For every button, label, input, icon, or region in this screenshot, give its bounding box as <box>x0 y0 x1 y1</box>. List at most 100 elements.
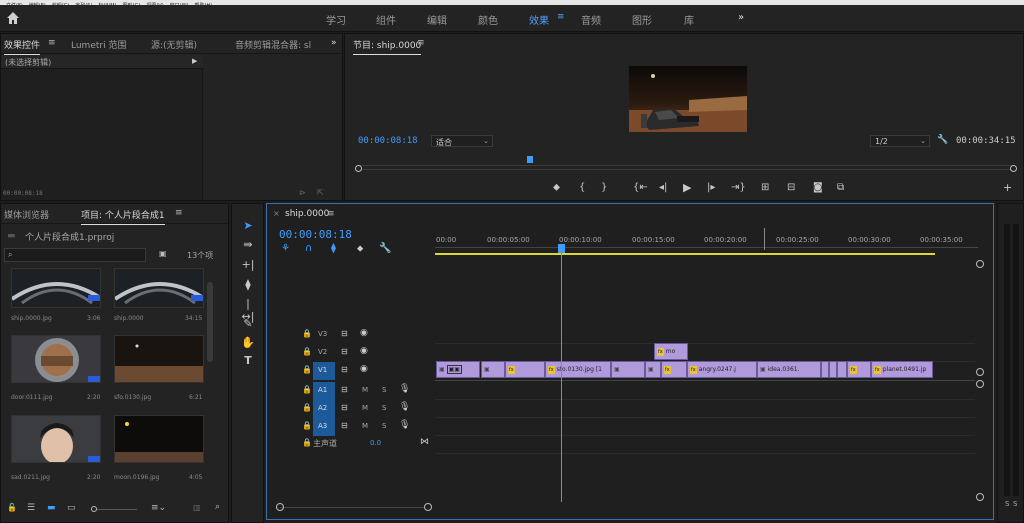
solo-right-button[interactable]: S <box>1013 500 1017 508</box>
home-icon[interactable] <box>6 11 20 25</box>
extract-icon[interactable]: ⊟ <box>787 182 795 193</box>
sync-lock-icon[interactable]: ⊟ <box>341 329 348 338</box>
lock-icon[interactable]: 🔒 <box>302 329 312 338</box>
icon-view-icon[interactable]: ▬ <box>47 503 56 513</box>
clip-v1-planet[interactable]: fx planet.0491.jp <box>871 361 933 378</box>
thumbnail-moon[interactable] <box>114 415 204 463</box>
workspace-tab-color[interactable]: 颜色 <box>478 12 498 27</box>
eye-icon[interactable]: ◉ <box>360 328 368 338</box>
resolution-dropdown[interactable]: 1/2 ⌄ <box>870 135 930 147</box>
search-icon[interactable]: ⌕ <box>215 502 220 512</box>
sync-lock-icon[interactable]: ⊟ <box>341 365 348 374</box>
go-to-in-icon[interactable]: {⇤ <box>633 182 648 193</box>
workspace-tab-audio[interactable]: 音频 <box>581 12 601 27</box>
snap-icon[interactable]: ∩ <box>305 243 312 254</box>
lock-icon[interactable]: 🔓 <box>7 503 17 512</box>
tab-program[interactable]: 节目: ship.0000 <box>353 38 422 55</box>
add-marker-icon[interactable]: ⬥ <box>357 244 363 254</box>
tab-effect-controls[interactable]: 效果控件 <box>4 38 41 55</box>
timeline-zoom-right-handle[interactable] <box>424 503 432 511</box>
clip-v1-sfo[interactable]: fx sfo.0130.jpg [1 <box>545 361 611 378</box>
video-scroll-handle-bottom[interactable] <box>976 368 984 376</box>
wrench-icon[interactable]: 🔧 <box>379 243 391 254</box>
new-bin-icon[interactable]: ▣ <box>159 249 167 258</box>
thumbnail-sfo[interactable] <box>114 335 204 383</box>
mute-button[interactable]: M <box>362 386 368 394</box>
sync-lock-icon[interactable]: ⊟ <box>341 403 348 412</box>
lock-icon[interactable]: 🔒 <box>302 421 312 430</box>
type-tool-icon[interactable]: T <box>240 354 256 370</box>
microphone-icon[interactable]: 🎙 <box>399 420 410 430</box>
tab-source[interactable]: 源:(无剪辑) <box>151 38 197 51</box>
lock-icon[interactable]: 🔒 <box>302 438 312 447</box>
mute-button[interactable]: M <box>362 404 368 412</box>
timeline-timecode[interactable]: 00:00:08:18 <box>279 228 352 241</box>
pen-tool-icon[interactable]: ✎ <box>240 317 256 333</box>
video-scroll-handle[interactable] <box>976 260 984 268</box>
sync-lock-icon[interactable]: ⊟ <box>341 385 348 394</box>
lift-icon[interactable]: ⊞ <box>761 182 769 193</box>
work-area-bar[interactable] <box>435 253 935 255</box>
workspace-tab-editing[interactable]: 编辑 <box>427 12 447 27</box>
sort-icon[interactable]: ≡⌄ <box>151 503 166 513</box>
panel-more-button[interactable]: » <box>331 38 337 48</box>
solo-button[interactable]: S <box>382 404 386 412</box>
clip-v1[interactable] <box>821 361 829 378</box>
clip-v2[interactable]: fx mo <box>654 343 688 360</box>
workspace-tab-effects[interactable]: 效果 <box>529 12 549 27</box>
audio-scroll-handle[interactable] <box>976 380 984 388</box>
track-select-tool-icon[interactable]: ⇛ <box>240 238 256 254</box>
timeline-zoom-left-handle[interactable] <box>276 503 284 511</box>
comparison-view-icon[interactable]: ⧉ <box>837 182 844 193</box>
clip-v1[interactable]: ▣ <box>481 361 505 378</box>
lock-icon[interactable]: 🔒 <box>302 347 312 356</box>
export-icon[interactable]: ⇱ <box>317 188 324 197</box>
selection-tool-icon[interactable]: ➤ <box>240 219 256 235</box>
linked-selection-icon[interactable]: ⧫ <box>331 243 336 254</box>
project-scrollbar[interactable] <box>207 282 213 362</box>
eye-icon[interactable]: ◉ <box>360 364 368 374</box>
expand-arrow-icon[interactable]: ▶ <box>192 57 197 65</box>
wrench-icon[interactable]: 🔧 <box>937 135 948 145</box>
panel-menu-icon[interactable]: ≡ <box>48 38 56 48</box>
play-icon[interactable]: ▶ <box>683 181 691 194</box>
tab-project[interactable]: 项目: 个人片段合成1 <box>81 208 165 225</box>
workspace-tab-learn[interactable]: 学习 <box>326 12 346 27</box>
clip-v1[interactable]: ▣ <box>645 361 661 378</box>
clip-v1[interactable]: ▣ <box>611 361 645 378</box>
workspace-more-button[interactable]: » <box>738 12 744 23</box>
microphone-icon[interactable]: 🎙 <box>399 402 410 412</box>
bin-icon[interactable]: ▥ <box>193 503 201 512</box>
microphone-icon[interactable]: 🎙 <box>399 384 410 394</box>
panel-menu-icon[interactable]: ≡ <box>175 208 183 218</box>
freeform-view-icon[interactable]: ▭ <box>67 503 76 513</box>
program-timecode[interactable]: 00:00:08:18 <box>358 136 418 146</box>
step-forward-icon[interactable]: |▸ <box>707 182 715 193</box>
clip-v1-idea[interactable]: ▣ idea.0361. <box>757 361 821 378</box>
lock-icon[interactable]: 🔒 <box>302 365 312 374</box>
mark-in-icon[interactable]: { <box>579 182 585 193</box>
lock-icon[interactable]: 🔒 <box>302 385 312 394</box>
step-back-icon[interactable]: ◂| <box>659 182 667 193</box>
eye-icon[interactable]: ◉ <box>360 346 368 356</box>
panel-menu-icon[interactable]: ≡ <box>417 38 425 48</box>
sync-lock-icon[interactable]: ⊟ <box>341 347 348 356</box>
filter-icon[interactable]: ⊳ <box>299 188 306 197</box>
workspace-tab-assembly[interactable]: 组件 <box>376 12 396 27</box>
clip-v1[interactable] <box>829 361 837 378</box>
mute-button[interactable]: M <box>362 422 368 430</box>
thumbnail-door[interactable] <box>11 335 101 383</box>
thumbnail-ship-jpg[interactable] <box>11 268 101 308</box>
clip-v1-angry[interactable]: fx angry.0247.j <box>687 361 757 378</box>
go-to-out-icon[interactable]: ⇥} <box>731 182 746 193</box>
nest-icon[interactable]: ⚘ <box>281 243 290 254</box>
list-view-icon[interactable]: ☰ <box>27 503 35 513</box>
clip-v1[interactable]: fx <box>661 361 687 378</box>
mark-out-icon[interactable]: } <box>601 182 607 193</box>
workspace-tab-graphics[interactable]: 图形 <box>632 12 652 27</box>
thumbnail-ship-sequence[interactable] <box>114 268 204 308</box>
hand-tool-icon[interactable]: ✋ <box>240 336 256 352</box>
tab-audio-clip-mixer[interactable]: 音频剪辑混合器: sl <box>235 38 311 51</box>
zoom-left-handle[interactable] <box>355 165 362 172</box>
workspace-tab-libraries[interactable]: 库 <box>684 12 694 27</box>
